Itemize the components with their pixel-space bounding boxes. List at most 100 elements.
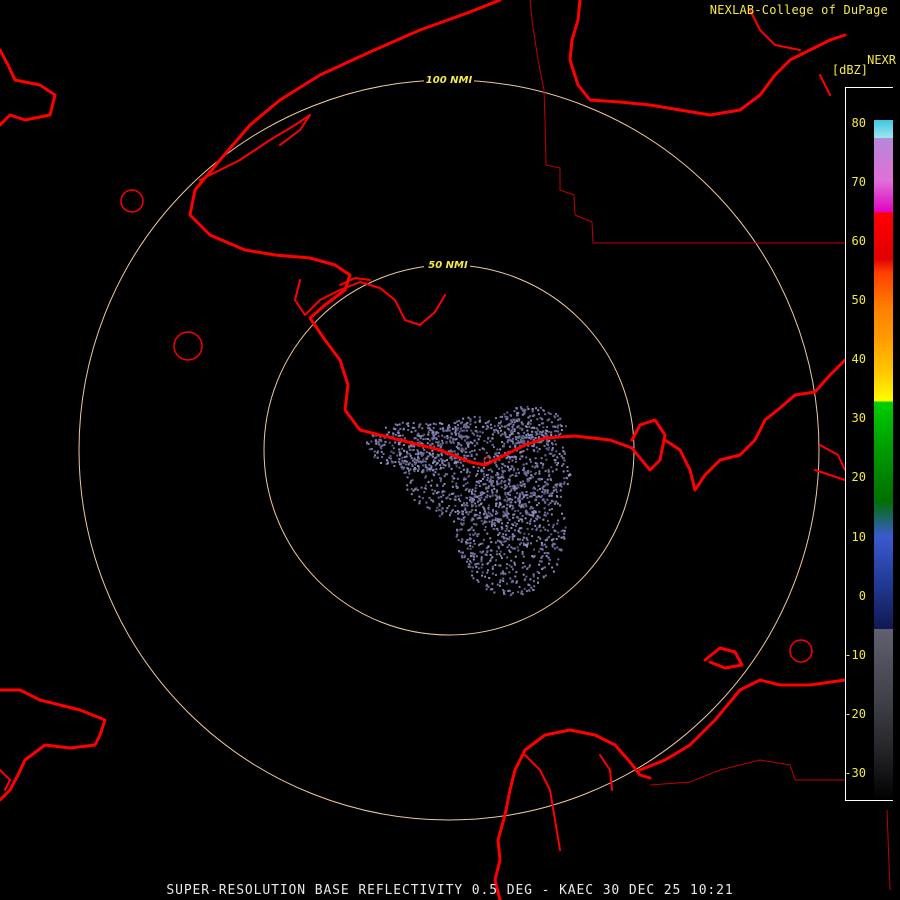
echo-pixel [540, 556, 543, 559]
echo-pixel [458, 448, 461, 451]
echo-pixel [526, 496, 529, 499]
echo-pixel [544, 484, 547, 487]
echo-pixel [523, 412, 526, 415]
echo-pixel [418, 502, 421, 505]
echo-pixel [422, 458, 425, 461]
echo-pixel [420, 435, 423, 438]
echo-pixel [456, 420, 458, 423]
echo-pixel [551, 508, 553, 510]
echo-pixel [370, 440, 373, 443]
echo-pixel [432, 422, 435, 425]
echo-pixel [413, 470, 416, 473]
echo-pixel [542, 434, 545, 437]
echo-pixel [506, 525, 509, 528]
echo-pixel [500, 526, 503, 529]
echo-pixel [516, 492, 518, 495]
echo-pixel [490, 489, 493, 492]
echo-pixel [475, 484, 478, 487]
echo-pixel [509, 439, 512, 442]
echo-pixel [556, 502, 559, 505]
echo-pixel [512, 469, 515, 472]
echo-pixel [517, 432, 520, 435]
echo-pixel [556, 483, 559, 486]
echo-pixel [391, 444, 394, 447]
echo-pixel [486, 494, 489, 497]
echo-pixel [462, 516, 465, 519]
echo-pixel [401, 467, 404, 470]
echo-pixel [543, 507, 546, 510]
echo-pixel [447, 424, 450, 427]
echo-pixel [509, 445, 512, 448]
echo-pixel [536, 504, 539, 507]
echo-pixel [502, 463, 505, 466]
echo-pixel [538, 435, 540, 438]
echo-pixel [470, 453, 473, 456]
echo-pixel [464, 489, 467, 491]
echo-pixel [532, 515, 535, 518]
echo-pixel [550, 494, 553, 497]
echo-pixel [368, 448, 371, 451]
echo-pixel [502, 476, 505, 478]
echo-pixel [549, 502, 552, 504]
echo-pixel [480, 560, 483, 563]
echo-pixel [494, 564, 497, 566]
echo-pixel [523, 579, 526, 582]
ring-label-50: 50 NMI [428, 260, 468, 271]
echo-pixel [458, 528, 461, 531]
echo-pixel [465, 496, 468, 499]
echo-pixel [514, 524, 517, 527]
product-label: NEXR [867, 53, 896, 67]
echo-pixel [528, 425, 531, 428]
echo-pixel [401, 447, 404, 450]
echo-pixel [465, 424, 468, 427]
echo-pixel [469, 451, 471, 454]
echo-pixel [529, 520, 532, 523]
echo-pixel [506, 556, 509, 559]
echo-pixel [474, 490, 477, 493]
echo-pixel [476, 473, 479, 476]
echo-pixel [458, 498, 460, 501]
echo-pixel [392, 451, 395, 454]
echo-pixel [398, 458, 401, 461]
echo-pixel [461, 524, 464, 526]
echo-pixel [470, 510, 473, 513]
echo-pixel [457, 461, 460, 464]
echo-pixel [458, 517, 460, 520]
echo-pixel [454, 510, 457, 513]
echo-pixel [428, 496, 431, 499]
echo-pixel [542, 426, 545, 429]
echo-pixel [534, 436, 537, 439]
echo-pixel [521, 491, 524, 494]
echo-pixel [457, 495, 460, 498]
echo-pixel [505, 418, 508, 421]
echo-pixel [466, 538, 469, 541]
echo-pixel [486, 551, 489, 554]
echo-pixel [510, 422, 513, 425]
echo-pixel [497, 424, 500, 427]
echo-pixel [480, 519, 483, 522]
echo-pixel [489, 559, 492, 562]
echo-pixel [506, 411, 509, 414]
echo-pixel [487, 585, 490, 588]
echo-pixel [469, 420, 472, 423]
echo-pixel [380, 450, 383, 453]
echo-pixel [503, 413, 506, 416]
echo-pixel [462, 417, 465, 420]
echo-pixel [394, 461, 397, 464]
echo-pixel [507, 529, 510, 532]
echo-pixel [514, 475, 517, 477]
echo-pixel [407, 429, 410, 431]
echo-pixel [523, 469, 526, 472]
echo-pixel [546, 478, 549, 481]
echo-pixel [394, 423, 397, 426]
echo-pixel [498, 495, 501, 498]
echo-pixel [522, 480, 525, 483]
echo-pixel [427, 431, 430, 434]
echo-pixel [460, 494, 463, 497]
echo-pixel [482, 466, 485, 469]
echo-pixel [522, 463, 525, 466]
echo-pixel [525, 494, 528, 497]
echo-pixel [560, 485, 563, 488]
echo-pixel [475, 562, 478, 565]
echo-pixel [411, 426, 414, 429]
